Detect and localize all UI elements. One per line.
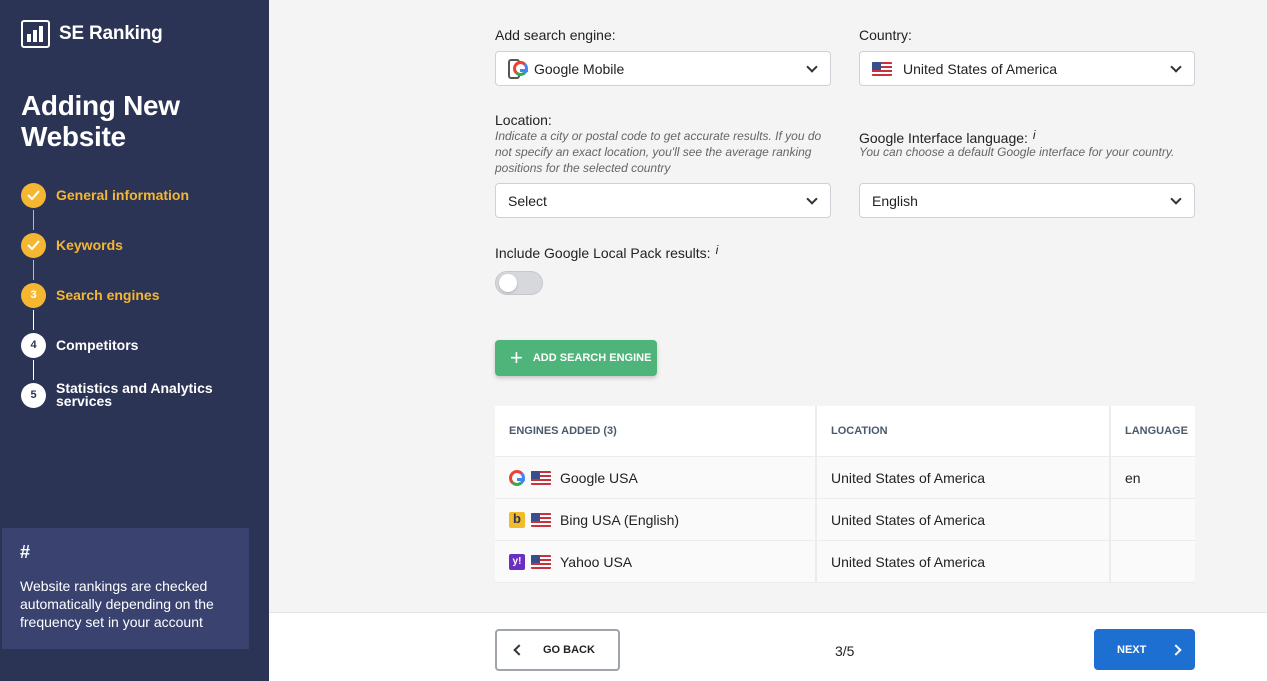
logo[interactable]: SE Ranking <box>21 20 163 48</box>
page-title: Adding New Website <box>21 90 180 152</box>
check-icon <box>21 182 46 208</box>
engine-cell: Google USA <box>495 457 817 498</box>
location-cell: United States of America <box>817 541 1111 582</box>
header-location: LOCATION <box>817 406 1111 456</box>
language-hint: You can choose a default Google interfac… <box>859 145 1175 159</box>
step-number: 4 <box>21 332 46 358</box>
go-back-button[interactable]: GO BACK <box>495 629 620 671</box>
info-icon[interactable]: i <box>716 243 719 257</box>
go-back-label: GO BACK <box>543 644 595 656</box>
engine-name: Yahoo USA <box>560 553 633 570</box>
sidebar: SE Ranking Adding New Website General in… <box>0 0 269 681</box>
step-number: 5 <box>21 382 46 408</box>
engine-icons: y! <box>509 553 551 570</box>
google-mobile-icon <box>508 58 528 79</box>
location-select[interactable]: Select <box>495 183 831 218</box>
info-icon[interactable]: i <box>1033 128 1036 142</box>
table-row[interactable]: Bing USA (English) United States of Amer… <box>495 499 1195 541</box>
country-select[interactable]: United States of America <box>859 51 1195 86</box>
chevron-down-icon <box>806 193 818 205</box>
search-engine-label: Add search engine: <box>495 27 616 43</box>
check-icon <box>21 232 46 258</box>
step-search-engines[interactable]: 3 Search engines <box>21 282 216 330</box>
local-pack-label: Include Google Local Pack results: i <box>495 243 718 261</box>
step-label: Competitors <box>56 336 139 353</box>
step-number: 3 <box>21 282 46 308</box>
language-select[interactable]: English <box>859 183 1195 218</box>
step-label: Search engines <box>56 286 160 303</box>
next-label: NEXT <box>1117 643 1147 656</box>
engine-cell: Bing USA (English) <box>495 499 817 540</box>
search-engine-value: Google Mobile <box>534 60 625 77</box>
engine-icons <box>509 469 551 486</box>
brand-name: SE Ranking <box>59 23 163 44</box>
chevron-right-icon <box>1170 643 1183 656</box>
step-keywords[interactable]: Keywords <box>21 232 216 280</box>
hash-icon: # <box>20 542 31 562</box>
engine-name: Google USA <box>560 469 638 486</box>
local-pack-toggle[interactable] <box>495 271 543 295</box>
step-connector <box>33 210 34 230</box>
us-flag-icon <box>872 61 892 76</box>
chevron-down-icon <box>1170 61 1182 73</box>
wizard-steps: General information Keywords 3 Search en… <box>21 182 216 432</box>
location-cell: United States of America <box>817 457 1111 498</box>
step-label: Statistics and Analytics services <box>56 380 213 409</box>
step-connector <box>33 360 34 380</box>
country-label: Country: <box>859 27 912 43</box>
step-label: General information <box>56 186 190 203</box>
location-cell: United States of America <box>817 499 1111 540</box>
language-cell <box>1111 499 1195 540</box>
table-row[interactable]: y! Yahoo USA United States of America <box>495 541 1195 583</box>
chevron-down-icon <box>806 61 818 73</box>
local-pack-label-text: Include Google Local Pack results: <box>495 245 711 261</box>
language-cell: en <box>1125 469 1141 486</box>
tip-box: # Website rankings are checked automatic… <box>2 528 249 649</box>
table-row[interactable]: Google USA United States of America en <box>495 457 1195 499</box>
main-content: Add search engine: Google Mobile Country… <box>269 0 1267 681</box>
step-label: Keywords <box>56 236 123 253</box>
us-flag-icon <box>531 470 551 485</box>
step-statistics-analytics[interactable]: 5 Statistics and Analytics services <box>21 380 216 409</box>
country-value: United States of America <box>903 60 1058 77</box>
us-flag-icon <box>531 512 551 527</box>
location-hint: Indicate a city or postal code to get ac… <box>495 129 822 175</box>
table-header: ENGINES ADDED (3) LOCATION LANGUAGE <box>495 406 1195 457</box>
language-value: English <box>872 192 918 209</box>
engine-icons <box>509 511 551 528</box>
step-general-information[interactable]: General information <box>21 182 216 230</box>
engine-cell: y! Yahoo USA <box>495 541 817 582</box>
engines-table: ENGINES ADDED (3) LOCATION LANGUAGE Goog… <box>495 406 1195 583</box>
yahoo-icon: y! <box>509 553 525 570</box>
step-competitors[interactable]: 4 Competitors <box>21 332 216 380</box>
header-language: LANGUAGE <box>1125 425 1188 437</box>
wizard-footer: GO BACK 3/5 NEXT <box>269 612 1267 681</box>
logo-chart-icon <box>21 20 50 48</box>
add-search-engine-button[interactable]: + ADD SEARCH ENGINE <box>495 340 657 376</box>
tip-text: Website rankings are checked automatical… <box>20 578 214 630</box>
step-progress: 3/5 <box>835 643 855 659</box>
search-engine-select[interactable]: Google Mobile <box>495 51 831 86</box>
location-label: Location: <box>495 112 552 128</box>
chevron-down-icon <box>1170 193 1182 205</box>
location-value: Select <box>508 192 547 209</box>
step-connector <box>33 310 34 330</box>
add-search-engine-label: ADD SEARCH ENGINE <box>532 352 652 364</box>
header-engines: ENGINES ADDED (3) <box>495 406 817 456</box>
engine-name: Bing USA (English) <box>560 511 680 528</box>
google-icon <box>509 469 525 486</box>
step-connector <box>33 260 34 280</box>
chevron-left-icon <box>513 644 525 656</box>
plus-icon: + <box>510 345 523 370</box>
bing-icon <box>509 511 525 528</box>
us-flag-icon <box>531 554 551 569</box>
language-cell <box>1111 541 1195 582</box>
toggle-knob <box>499 274 517 292</box>
next-button[interactable]: NEXT <box>1094 629 1195 670</box>
